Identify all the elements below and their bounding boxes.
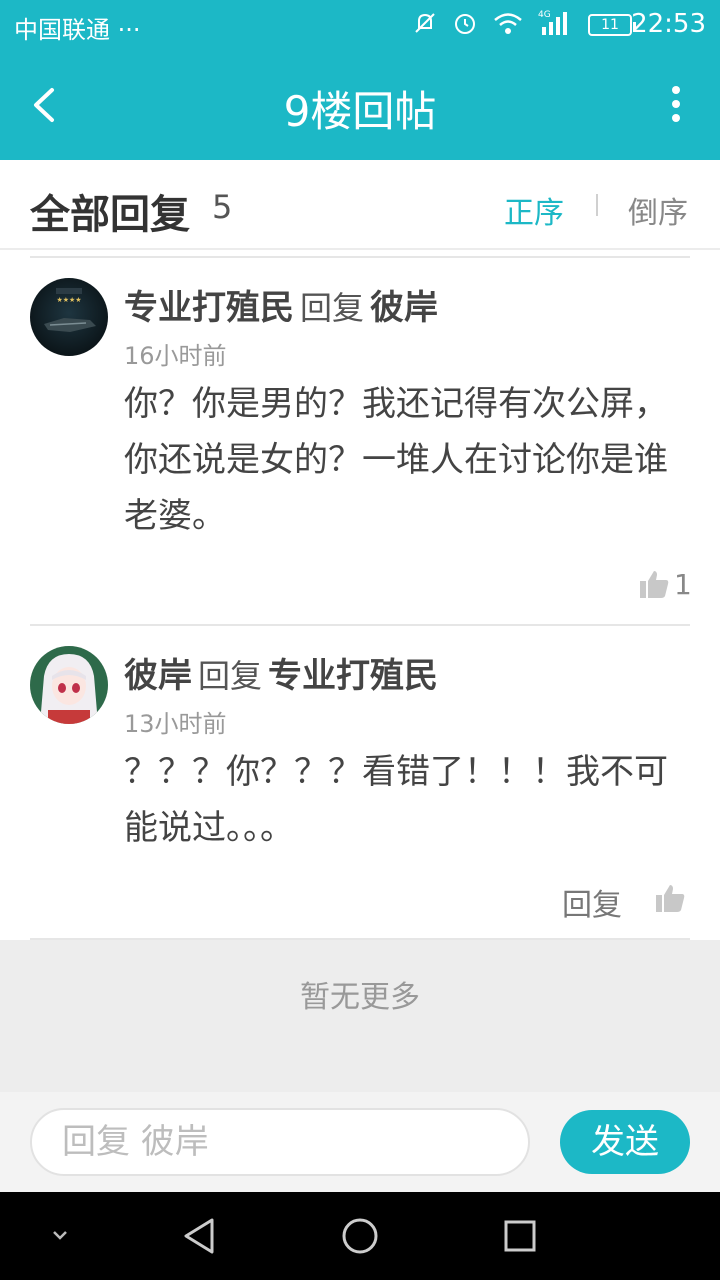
target-name[interactable]: 专业打殖民 — [268, 656, 438, 696]
avatar-game-icon: ★★★★ — [44, 288, 96, 332]
no-more-section: 暂无更多 — [0, 940, 720, 1092]
reply-button[interactable]: 回复 — [562, 880, 622, 924]
home-circle-icon[interactable] — [340, 1216, 380, 1256]
clock: 22:53 — [631, 9, 706, 39]
reply-content: ？？？你？？？看错了！！！我不可能说过。。。 — [124, 752, 668, 848]
status-bar: 中国联通 ··· 4G 11 22:53 — [0, 0, 720, 50]
svg-text:★★★★: ★★★★ — [56, 296, 81, 304]
reply-input[interactable] — [30, 1108, 530, 1176]
reply-verb: 回复 — [300, 289, 365, 327]
author-name[interactable]: 彼岸 — [124, 656, 192, 696]
reply-author-line: 专业打殖民 回复 彼岸 — [124, 280, 438, 329]
reply-time: 16小时前 — [124, 342, 227, 370]
sort-ascending-button[interactable]: 正序 — [504, 188, 564, 232]
avatar[interactable] — [30, 646, 108, 724]
all-replies-label: 全部回复 — [30, 192, 190, 238]
sort-descending-button[interactable]: 倒序 — [628, 188, 688, 232]
list-item: 彼岸 回复 专业打殖民 13小时前 ？？？你？？？看错了！！！我不可能说过。。。 回… — [0, 626, 720, 938]
signal-icon: 4G — [538, 10, 567, 35]
reply-time: 13小时前 — [124, 710, 227, 738]
back-triangle-icon[interactable] — [180, 1216, 220, 1256]
status-icons: 4G — [412, 9, 572, 37]
send-button[interactable]: 发送 — [560, 1110, 690, 1174]
reply-header: 全部回复 5 正序 倒序 — [0, 160, 720, 250]
recents-square-icon[interactable] — [502, 1216, 538, 1256]
sort-divider — [596, 194, 598, 216]
wifi-icon — [494, 13, 522, 34]
reply-author-line: 彼岸 回复 专业打殖民 — [124, 648, 438, 697]
chevron-down-icon[interactable] — [46, 1222, 74, 1250]
list-item: ★★★★ 专业打殖民 回复 彼岸 16小时前 你？你是男的？我还记得有次公屏，你还说… — [0, 258, 720, 624]
avatar[interactable]: ★★★★ — [30, 278, 108, 356]
target-name[interactable]: 彼岸 — [370, 288, 438, 328]
reply-input-bar: 发送 — [0, 1092, 720, 1192]
battery-indicator: 11 — [588, 14, 636, 36]
like-count: 1 — [674, 568, 692, 601]
reply-verb: 回复 — [198, 657, 263, 695]
carrier-label: 中国联通 ··· — [14, 16, 141, 44]
author-name[interactable]: 专业打殖民 — [124, 288, 294, 328]
thumbs-up-icon[interactable] — [654, 882, 686, 914]
system-nav-bar — [0, 1192, 720, 1280]
app-bar: 9楼回帖 — [0, 50, 720, 160]
more-menu-icon[interactable] — [668, 86, 684, 126]
mute-icon — [415, 13, 435, 33]
alarm-icon — [455, 14, 475, 34]
thumbs-up-icon[interactable] — [638, 568, 670, 600]
reply-count: 5 — [212, 188, 233, 226]
no-more-label: 暂无更多 — [300, 980, 420, 1015]
page-title: 9楼回帖 — [283, 87, 437, 136]
avatar-anime-girl-icon — [30, 646, 108, 724]
svg-text:4G: 4G — [538, 10, 551, 20]
reply-content: 你？你是男的？我还记得有次公屏，你还说是女的？一堆人在讨论你是谁老婆。 — [124, 384, 668, 536]
